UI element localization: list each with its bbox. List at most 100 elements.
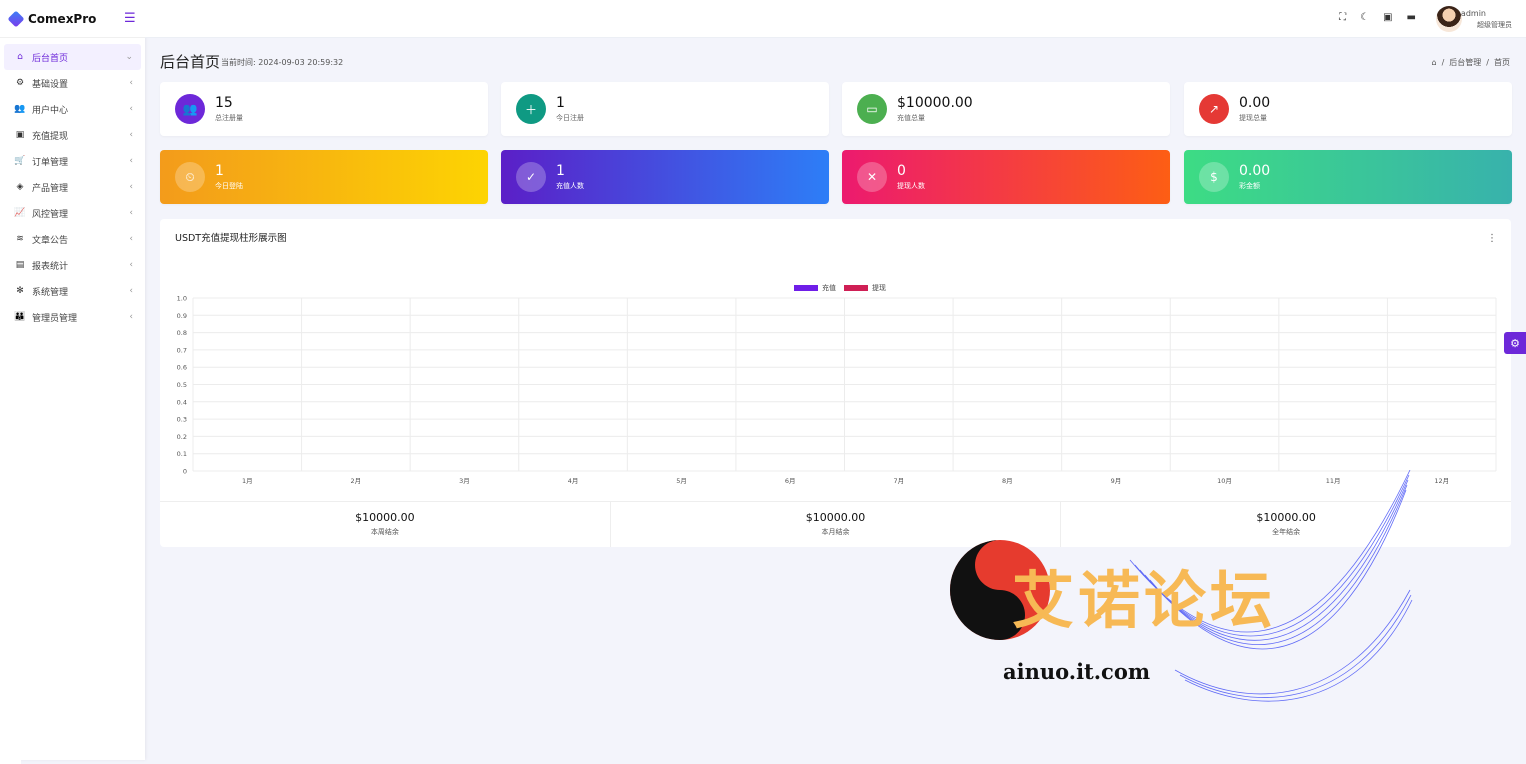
sidebar-item-label: 产品管理	[32, 183, 69, 194]
cubes-icon: ◈	[16, 182, 24, 192]
x-tick-label: 12月	[1434, 477, 1449, 485]
money-icon[interactable]: ▣	[1383, 12, 1392, 23]
topbar-icons: ⛶ ☾ ▣ ▬	[1339, 12, 1416, 23]
external-link-icon: ↗	[1199, 94, 1229, 124]
user-times-icon: ✕	[857, 162, 887, 192]
moon-icon[interactable]: ☾	[1360, 12, 1369, 23]
x-tick-label: 2月	[351, 477, 362, 485]
stat-label: 提现人数	[897, 182, 925, 190]
stat-label: 充值人数	[556, 182, 584, 190]
chevron-icon: ‹	[129, 182, 133, 192]
chevron-icon: ‹	[129, 156, 133, 166]
stat-value: 1	[556, 95, 565, 111]
breadcrumb-separator: /	[1441, 58, 1445, 67]
users-icon: 👥	[175, 94, 205, 124]
stat-label: 提现总量	[1239, 114, 1267, 122]
stat-label: 充值总量	[897, 114, 925, 122]
topbar: ⛶ ☾ ▣ ▬ admin 超级管理员	[145, 0, 1526, 38]
y-tick-label: 1.0	[177, 295, 187, 303]
sidebar-item-label: 用户中心	[32, 105, 69, 116]
page-title: 后台首页	[160, 53, 221, 71]
chevron-icon: ‹	[129, 104, 133, 114]
sidebar-item-label: 充值提现	[32, 131, 69, 142]
wallet-icon: ▭	[857, 94, 887, 124]
current-time: 当前时间: 2024-09-03 20:59:32	[221, 58, 344, 67]
breadcrumb-separator: /	[1486, 58, 1489, 67]
gear-icon: ✻	[16, 286, 24, 296]
money-bill-icon: $	[1199, 162, 1229, 192]
x-tick-label: 7月	[893, 477, 904, 485]
users-icon: 👥	[14, 104, 26, 114]
sidebar-item-7[interactable]: ≋ 文章公告 ‹	[4, 226, 141, 252]
y-tick-label: 0	[183, 468, 187, 476]
menu-toggle-icon[interactable]: ☰	[124, 11, 136, 26]
stat-card: ✓ 1 充值人数	[501, 150, 829, 204]
chevron-icon: ⌄	[125, 52, 133, 62]
stat-card: ↗ 0.00 提现总量	[1184, 82, 1512, 136]
chevron-icon: ‹	[129, 234, 133, 244]
sidebar-item-1[interactable]: ⚙ 基础设置 ‹	[4, 70, 141, 96]
sidebar-item-6[interactable]: 📈 风控管理 ‹	[4, 200, 141, 226]
x-tick-label: 4月	[568, 477, 579, 485]
settings-fab-icon[interactable]: ⚙	[1504, 332, 1526, 354]
stat-value: 0	[897, 163, 906, 179]
sidebar-item-10[interactable]: 👪 管理员管理 ‹	[4, 304, 141, 330]
user-check-icon: ✓	[516, 162, 546, 192]
sidebar-item-label: 订单管理	[32, 157, 69, 168]
y-tick-label: 0.6	[177, 364, 187, 372]
chevron-icon: ‹	[129, 312, 133, 322]
sidebar-item-5[interactable]: ◈ 产品管理 ‹	[4, 174, 141, 200]
watermark-url: ainuo.it.com	[1003, 659, 1151, 684]
stat-value: 1	[215, 163, 224, 179]
sidebar-item-0[interactable]: ⌂ 后台首页 ⌄	[4, 44, 141, 70]
breadcrumb-item-admin[interactable]: 后台管理	[1449, 57, 1481, 68]
chevron-icon: ‹	[129, 208, 133, 218]
y-tick-label: 0.2	[177, 433, 187, 441]
avatar[interactable]	[1436, 6, 1462, 32]
sidebar-item-9[interactable]: ✻ 系统管理 ‹	[4, 278, 141, 304]
layers-icon: ≋	[16, 234, 24, 244]
money-icon: ▣	[15, 130, 25, 140]
stat-value: 0.00	[1239, 163, 1271, 179]
user-clock-icon: ⏲	[175, 162, 205, 192]
y-tick-label: 0.5	[177, 381, 187, 389]
summary-week: $10000.00 本周结余	[160, 502, 611, 547]
breadcrumb: ⌂ / 后台管理 / 首页	[1432, 57, 1510, 68]
chevron-icon: ‹	[129, 286, 133, 296]
chevron-icon: ‹	[129, 78, 133, 88]
x-tick-label: 5月	[676, 477, 687, 485]
y-tick-label: 0.1	[177, 450, 187, 458]
summary-week-value: $10000.00	[355, 511, 415, 524]
breadcrumb-item-home: 首页	[1494, 58, 1510, 67]
stat-label: 总注册量	[215, 114, 243, 122]
stat-card: ✕ 0 提现人数	[842, 150, 1170, 204]
x-tick-label: 3月	[459, 477, 470, 485]
sidebar-item-2[interactable]: 👥 用户中心 ‹	[4, 96, 141, 122]
x-tick-label: 1月	[242, 477, 253, 485]
sidebar-item-3[interactable]: ▣ 充值提现 ‹	[4, 122, 141, 148]
stat-card: ⏲ 1 今日登陆	[160, 150, 488, 204]
user-plus-icon: ＋	[516, 94, 546, 124]
watermark-text: 艾诺论坛	[1012, 564, 1277, 637]
sidebar-item-4[interactable]: 🛒 订单管理 ‹	[4, 148, 141, 174]
sidebar-item-label: 文章公告	[32, 235, 69, 246]
home-icon[interactable]: ⌂	[1432, 58, 1437, 67]
sidebar-item-label: 系统管理	[32, 287, 69, 298]
user-group-icon: 👪	[14, 312, 26, 322]
chart-line-icon: 📈	[14, 208, 26, 218]
stat-value: $10000.00	[897, 95, 973, 111]
sidebar-menu: ⌂ 后台首页 ⌄ ⚙ 基础设置 ‹ 👥 用户中心 ‹ ▣ 充值提现 ‹ 🛒 订单管理 ‹ ◈ 产品管理 ‹ 📈 风控管…	[0, 44, 145, 330]
message-icon[interactable]: ▬	[1407, 12, 1416, 23]
fullscreen-icon[interactable]: ⛶	[1339, 12, 1346, 23]
y-tick-label: 0.3	[177, 416, 187, 424]
stat-label: 今日登陆	[215, 182, 243, 190]
y-tick-label: 0.7	[177, 346, 187, 354]
chevron-icon: ‹	[129, 260, 133, 270]
stat-card: $0.00 彩金额	[1184, 150, 1512, 204]
bar-chart: 1.0 0.9 0.8 0.7 0.6 0.5 0.4 0.3 0.2 0.1 0 1月 2月 3月 4月 5…	[177, 295, 1497, 485]
sidebar-item-8[interactable]: ▤ 报表统计 ‹	[4, 252, 141, 278]
sidebar-item-label: 报表统计	[32, 261, 69, 272]
cogs-icon: ⚙	[15, 78, 25, 88]
sidebar-item-label: 管理员管理	[32, 313, 78, 324]
user-name[interactable]: admin	[1461, 9, 1486, 18]
